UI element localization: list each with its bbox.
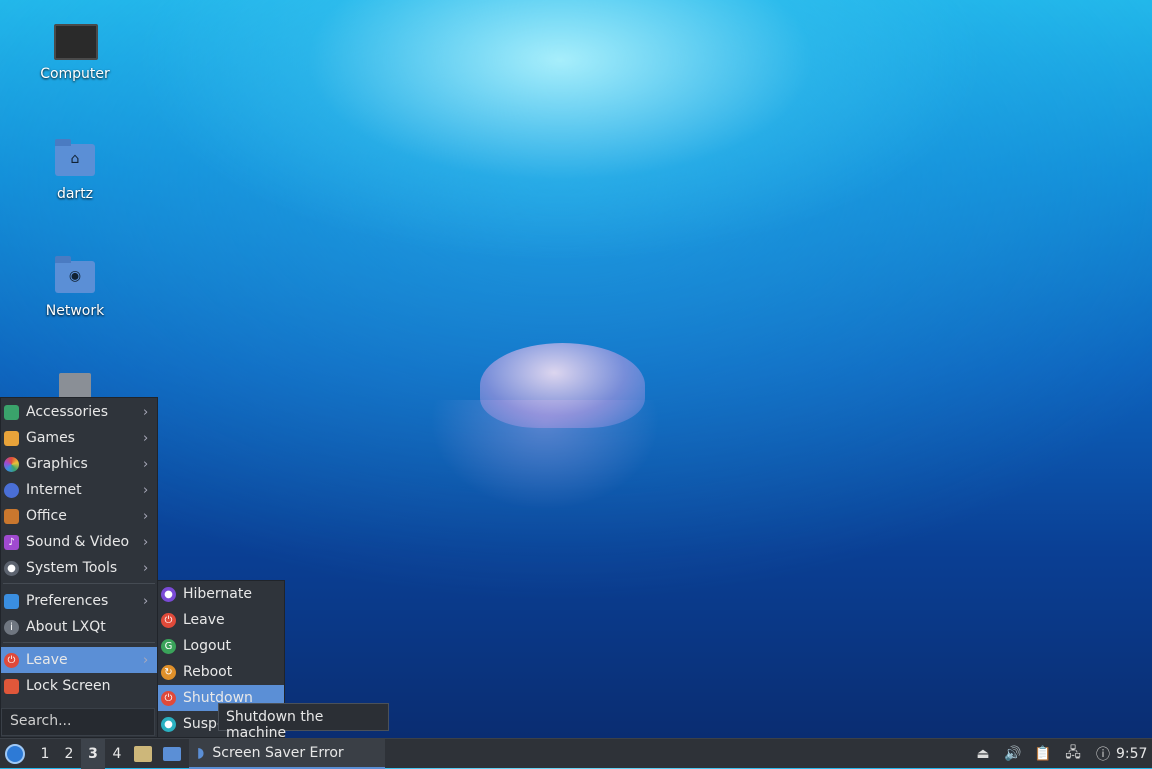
submenu-item-reboot[interactable]: ↻ Reboot	[158, 659, 284, 685]
taskbar-task-screen-saver-error[interactable]: ◗ Screen Saver Error	[189, 739, 385, 769]
clock[interactable]: 9:57	[1116, 739, 1147, 769]
desktop-icon	[163, 747, 181, 761]
menu-item-label: Games	[26, 430, 75, 446]
menu-search-input[interactable]: Search...	[1, 708, 155, 736]
workspace-3-button[interactable]: 3	[81, 739, 105, 769]
workspace-1-button[interactable]: 1	[33, 739, 57, 769]
wallpaper-jellyfish	[480, 343, 645, 428]
submenu-item-hibernate[interactable]: ● Hibernate	[158, 581, 284, 607]
games-icon	[4, 430, 19, 446]
sound-video-icon: ♪	[4, 534, 19, 550]
file-manager-icon	[134, 746, 152, 762]
shutdown-icon: ⏻	[161, 690, 176, 706]
suspend-icon: ●	[161, 716, 176, 732]
home-folder-icon: ⌂	[55, 139, 95, 176]
workspace-2-button[interactable]: 2	[57, 739, 81, 769]
submenu-item-logout[interactable]: G Logout	[158, 633, 284, 659]
menu-item-internet[interactable]: Internet ›	[1, 477, 157, 503]
menu-separator	[3, 583, 155, 584]
hibernate-icon: ●	[161, 586, 176, 602]
eject-icon[interactable]: ⏏	[974, 745, 992, 763]
menu-item-sound-video[interactable]: ♪ Sound & Video ›	[1, 529, 157, 555]
desktop-icon-label: Computer	[40, 66, 110, 82]
submenu-item-leave[interactable]: ⏻ Leave	[158, 607, 284, 633]
menu-item-label: Office	[26, 508, 67, 524]
chevron-right-icon: ›	[143, 593, 149, 609]
taskbar: 1 2 3 4 ◗ Screen Saver Error ⏏ 🔊 📋 🖧 ⓘ 9…	[0, 738, 1152, 769]
workspace-switcher: 1 2 3 4	[33, 739, 129, 769]
workspace-4-button[interactable]: 4	[105, 739, 129, 769]
menu-item-label: Sound & Video	[26, 534, 130, 550]
reboot-icon: ↻	[161, 664, 176, 680]
leave-icon: ⏻	[4, 652, 19, 668]
chevron-right-icon: ›	[143, 560, 149, 576]
network-icon[interactable]: 🖧	[1064, 745, 1082, 763]
application-menu: Accessories › Games › Graphics › Interne…	[0, 397, 158, 738]
computer-icon	[54, 24, 98, 60]
submenu-item-label: Reboot	[183, 664, 233, 680]
menu-item-leave[interactable]: ⏻ Leave ›	[1, 647, 157, 673]
desktop-icon-label: Network	[45, 303, 105, 319]
menu-item-system-tools[interactable]: ● System Tools ›	[1, 555, 157, 581]
menu-item-accessories[interactable]: Accessories ›	[1, 399, 157, 425]
chevron-right-icon: ›	[143, 482, 149, 498]
menu-item-about-lxqt[interactable]: i About LXQt	[1, 614, 157, 640]
accessories-icon	[4, 404, 19, 420]
desktop-icon-label: dartz	[56, 186, 94, 202]
logout-icon: G	[161, 638, 176, 654]
lock-icon	[4, 678, 19, 694]
submenu-item-label: Hibernate	[183, 586, 252, 602]
submenu-item-label: Logout	[183, 638, 231, 654]
menu-item-label: System Tools	[26, 560, 118, 576]
chevron-right-icon: ›	[143, 652, 149, 668]
file-manager-launcher[interactable]	[134, 739, 154, 769]
lxqt-app-icon: ◗	[197, 745, 205, 761]
menu-item-graphics[interactable]: Graphics ›	[1, 451, 157, 477]
menu-item-preferences[interactable]: Preferences ›	[1, 588, 157, 614]
chevron-right-icon: ›	[143, 456, 149, 472]
main-menu-button[interactable]	[5, 739, 27, 769]
graphics-icon	[4, 456, 19, 472]
chevron-right-icon: ›	[143, 430, 149, 446]
shutdown-tooltip: Shutdown the machine	[218, 703, 389, 741]
menu-item-games[interactable]: Games ›	[1, 425, 157, 451]
submenu-item-label: Leave	[183, 612, 225, 628]
leave-icon: ⏻	[161, 612, 176, 628]
system-tray: ⏏ 🔊 📋 🖧 ⓘ	[968, 739, 1118, 769]
menu-separator	[3, 642, 155, 643]
task-label: Screen Saver Error	[212, 745, 344, 761]
menu-item-label: Lock Screen	[26, 678, 111, 694]
system-tools-icon: ●	[4, 560, 19, 576]
chevron-right-icon: ›	[143, 534, 149, 550]
show-desktop-launcher[interactable]	[163, 739, 183, 769]
chevron-right-icon: ›	[143, 404, 149, 420]
menu-item-label: Leave	[26, 652, 68, 668]
clipboard-icon[interactable]: 📋	[1034, 745, 1052, 763]
desktop-icon-home-folder[interactable]: ⌂ dartz	[30, 139, 120, 202]
about-icon: i	[4, 619, 19, 635]
volume-icon[interactable]: 🔊	[1004, 745, 1022, 763]
menu-item-lock-screen[interactable]: Lock Screen	[1, 673, 157, 699]
preferences-icon	[4, 593, 19, 609]
menu-item-label: Preferences	[26, 593, 109, 609]
internet-icon	[4, 482, 19, 498]
network-folder-icon: ◉	[55, 256, 95, 293]
menu-item-label: About LXQt	[26, 619, 106, 635]
menu-item-label: Graphics	[26, 456, 88, 472]
notification-icon[interactable]: ⓘ	[1094, 745, 1112, 763]
desktop-icon-network[interactable]: ◉ Network	[30, 256, 120, 319]
menu-item-office[interactable]: Office ›	[1, 503, 157, 529]
office-icon	[4, 508, 19, 524]
chevron-right-icon: ›	[143, 508, 149, 524]
menu-item-label: Internet	[26, 482, 82, 498]
lxqt-logo-icon	[5, 744, 25, 764]
menu-item-label: Accessories	[26, 404, 109, 420]
desktop-icon-computer[interactable]: Computer	[30, 24, 120, 82]
